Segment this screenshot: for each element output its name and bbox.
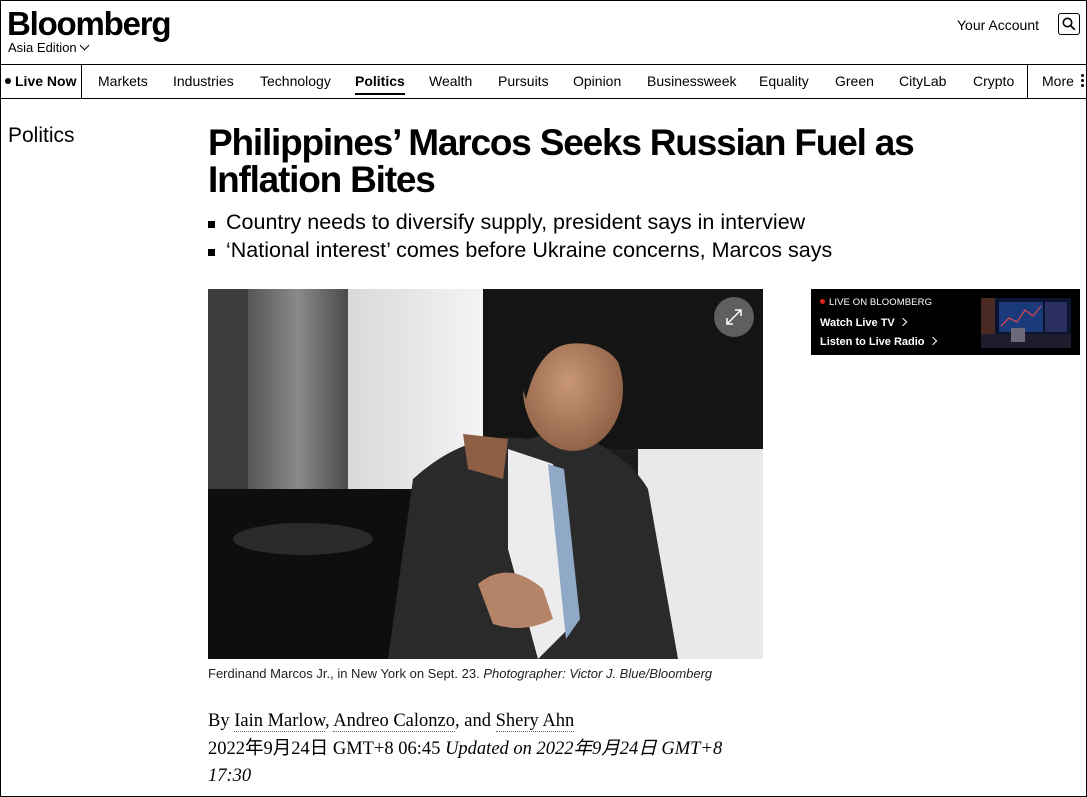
author-link[interactable]: Shery Ahn xyxy=(495,711,575,732)
live-widget-title: LIVE ON BLOOMBERG xyxy=(829,297,933,308)
byline: By Iain Marlow, Andreo Calonzo, and Sher… xyxy=(208,711,575,732)
tv-studio-thumbnail-image xyxy=(981,298,1071,348)
photo-caption: Ferdinand Marcos Jr., in New York on Sep… xyxy=(208,666,712,681)
nav-item-equality[interactable]: Equality xyxy=(759,65,809,98)
published-time: 2022年9月24日 GMT+8 06:45 xyxy=(208,739,441,759)
chevron-down-icon xyxy=(79,40,90,51)
section-label[interactable]: Politics xyxy=(8,123,75,149)
nav-item-businessweek[interactable]: Businessweek xyxy=(647,65,737,98)
live-on-bloomberg-widget: LIVE ON BLOOMBERG Watch Live TV Listen t… xyxy=(811,289,1080,355)
photo-credit: Photographer: Victor J. Blue/Bloomberg xyxy=(483,666,713,681)
watch-live-tv-link[interactable]: Watch Live TV xyxy=(820,317,908,330)
search-button[interactable] xyxy=(1058,13,1080,35)
listen-live-radio-link[interactable]: Listen to Live Radio xyxy=(820,336,937,349)
edition-selector[interactable]: Asia Edition xyxy=(8,40,90,55)
nav-item-citylab[interactable]: CityLab xyxy=(899,65,946,98)
expand-icon xyxy=(726,309,742,325)
caption-text: Ferdinand Marcos Jr., in New York on Sep… xyxy=(208,666,480,681)
article-summary: Country needs to diversify supply, presi… xyxy=(208,208,832,264)
nav-item-industries[interactable]: Industries xyxy=(173,65,234,98)
live-now-label: Live Now xyxy=(15,73,77,89)
article-headline: Philippines’ Marcos Seeks Russian Fuel a… xyxy=(208,122,915,200)
author-link[interactable]: Iain Marlow xyxy=(234,711,325,732)
chevron-right-icon xyxy=(928,336,937,346)
your-account-link[interactable]: Your Account xyxy=(957,17,1039,33)
article-timestamps: 2022年9月24日 GMT+8 06:45 Updated on 2022年9… xyxy=(208,736,748,790)
more-menu-button[interactable]: More xyxy=(1027,65,1087,98)
marcos-photo-image xyxy=(208,289,763,659)
live-tv-thumbnail[interactable] xyxy=(981,298,1071,348)
listen-live-radio-label: Listen to Live Radio xyxy=(820,336,925,348)
byline-prefix: By xyxy=(208,711,230,731)
author-link[interactable]: Andreo Calonzo xyxy=(333,711,455,732)
article-photo[interactable] xyxy=(208,289,763,659)
nav-item-wealth[interactable]: Wealth xyxy=(429,65,472,98)
main-nav: Live Now Markets Industries Technology P… xyxy=(0,64,1087,99)
search-icon xyxy=(1062,17,1076,31)
live-now-button[interactable]: Live Now xyxy=(0,65,82,98)
expand-image-button[interactable] xyxy=(714,297,754,337)
nav-item-crypto[interactable]: Crypto xyxy=(973,65,1014,98)
nav-item-technology[interactable]: Technology xyxy=(260,65,331,98)
bloomberg-logo[interactable]: Bloomberg xyxy=(7,6,172,42)
more-label: More xyxy=(1042,73,1074,89)
nav-item-politics[interactable]: Politics xyxy=(355,65,405,98)
chevron-right-icon xyxy=(898,317,908,327)
kebab-menu-icon xyxy=(1081,74,1084,89)
live-widget-label: LIVE ON BLOOMBERG xyxy=(820,297,932,308)
nav-item-pursuits[interactable]: Pursuits xyxy=(498,65,549,98)
live-dot-icon xyxy=(5,78,11,84)
nav-item-opinion[interactable]: Opinion xyxy=(573,65,621,98)
summary-bullet: ‘National interest’ comes before Ukraine… xyxy=(208,236,832,264)
edition-label: Asia Edition xyxy=(8,40,77,55)
nav-item-green[interactable]: Green xyxy=(835,65,874,98)
summary-bullet: Country needs to diversify supply, presi… xyxy=(208,208,832,236)
watch-live-tv-label: Watch Live TV xyxy=(820,317,895,329)
live-red-dot-icon xyxy=(820,299,825,304)
nav-item-markets[interactable]: Markets xyxy=(98,65,148,98)
